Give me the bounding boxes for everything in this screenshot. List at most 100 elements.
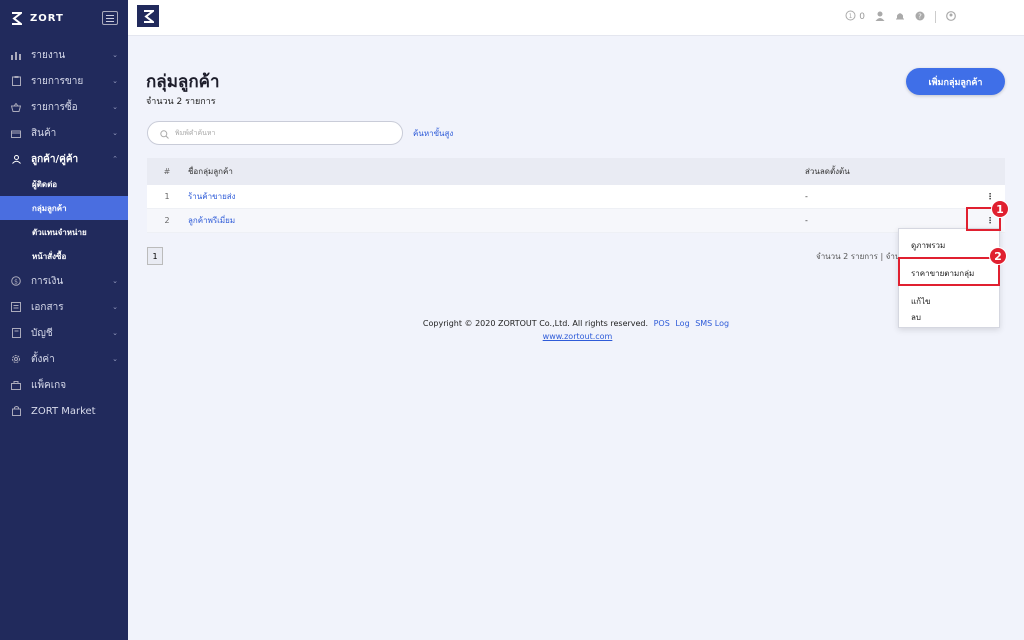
footer: Copyright © 2020 ZORTOUT Co.,Ltd. All ri…: [128, 317, 1024, 343]
row-name-link[interactable]: ลูกค้าพรีเมี่ยม: [188, 216, 235, 225]
sidebar-item-accounting[interactable]: บัญชี ⌄: [0, 320, 128, 346]
row-discount: -: [805, 216, 808, 225]
svg-text:1: 1: [849, 13, 853, 20]
divider: [935, 11, 936, 23]
gear-icon: [10, 353, 22, 365]
step-badge-1: 1: [991, 200, 1009, 218]
svg-text:?: ?: [918, 12, 922, 20]
page-subtitle: จำนวน 2 รายการ: [146, 97, 216, 107]
sidebar-item-settings[interactable]: ตั้งค่า ⌄: [0, 346, 128, 372]
dollar-icon: $: [10, 275, 22, 287]
menu-item-delete[interactable]: ลบ: [911, 311, 921, 324]
search-icon: [160, 124, 169, 143]
bag-icon: [10, 405, 22, 417]
sidebar-item-package[interactable]: แพ็คเกจ: [0, 372, 128, 398]
sidebar-nav: รายงาน ⌄ รายการขาย ⌄ รายการซื้อ ⌄ สินค้า…: [0, 42, 128, 424]
footer-link-pos[interactable]: POS: [654, 319, 670, 328]
sidebar-item-zort-market[interactable]: ZORT Market: [0, 398, 128, 424]
credit-count: 0: [859, 12, 865, 22]
copyright-text: Copyright © 2020 ZORTOUT Co.,Ltd. All ri…: [422, 319, 649, 328]
book-icon: [10, 327, 22, 339]
sidebar-item-label: รายการซื้อ: [31, 101, 78, 113]
search-box: [147, 121, 403, 145]
table-header: # ชื่อกลุ่มลูกค้า ส่วนลดตั้งต้น: [147, 158, 1005, 185]
header-name[interactable]: ชื่อกลุ่มลูกค้า: [187, 165, 805, 178]
user-icon[interactable]: [875, 11, 885, 24]
sidebar-item-label: ลูกค้า/คู่ค้า: [31, 153, 79, 165]
sidebar-item-finance[interactable]: $ การเงิน ⌄: [0, 268, 128, 294]
coin-icon: 1: [845, 10, 856, 24]
sidebar-item-label: สินค้า: [31, 127, 57, 139]
row-num: 1: [164, 192, 170, 201]
logo-text: ZORT: [30, 12, 64, 24]
sidebar-item-label: แพ็คเกจ: [31, 379, 67, 391]
menu-item-overview[interactable]: ดูภาพรวม: [911, 239, 945, 252]
bell-icon[interactable]: [895, 11, 905, 24]
chevron-down-icon: ⌄: [112, 103, 118, 111]
sidebar-header: ZORT: [0, 0, 128, 36]
highlight-box-group-pricing: [898, 257, 1000, 286]
sidebar-item-documents[interactable]: เอกสาร ⌄: [0, 294, 128, 320]
table-row: 2 ลูกค้าพรีเมี่ยม - ⋮: [147, 209, 1005, 233]
customer-group-table: # ชื่อกลุ่มลูกค้า ส่วนลดตั้งต้น 1 ร้านค้…: [147, 158, 1005, 233]
chevron-down-icon: ⌄: [112, 51, 118, 59]
page-title: กลุ่มลูกค้า: [146, 72, 220, 92]
chart-icon: [10, 49, 22, 61]
clipboard-icon: [10, 75, 22, 87]
credit-indicator[interactable]: 1 0: [845, 10, 865, 24]
main-content: กลุ่มลูกค้า จำนวน 2 รายการ เพิ่มกลุ่มลูก…: [128, 36, 1024, 640]
sidebar-subitem-contacts[interactable]: ผู้ติดต่อ: [0, 172, 128, 196]
box-icon: [10, 127, 22, 139]
package-icon: [10, 379, 22, 391]
header-discount[interactable]: ส่วนลดตั้งต้น: [805, 165, 975, 178]
row-name-link[interactable]: ร้านค้าขายส่ง: [188, 192, 236, 201]
add-customer-group-button[interactable]: เพิ่มกลุ่มลูกค้า: [906, 68, 1005, 95]
help-icon[interactable]: ?: [915, 11, 925, 24]
search-input[interactable]: [175, 129, 375, 137]
chevron-down-icon: ⌄: [112, 355, 118, 363]
sidebar-item-label: ZORT Market: [31, 405, 96, 417]
account-icon[interactable]: [946, 10, 956, 24]
website-link[interactable]: www.zortout.com: [543, 332, 613, 341]
basket-icon: [10, 101, 22, 113]
sidebar-subitem-dealers[interactable]: ตัวแทนจำหน่าย: [0, 220, 128, 244]
sidebar-subitem-order-page[interactable]: หน้าสั่งซื้อ: [0, 244, 128, 268]
sidebar-item-products[interactable]: สินค้า ⌄: [0, 120, 128, 146]
sidebar-item-label: การเงิน: [31, 275, 64, 287]
advanced-search-link[interactable]: ค้นหาขั้นสูง: [413, 127, 453, 140]
chevron-down-icon: ⌄: [112, 129, 118, 137]
sidebar-item-report[interactable]: รายงาน ⌄: [0, 42, 128, 68]
menu-toggle-icon[interactable]: [102, 11, 118, 25]
sidebar-item-sales[interactable]: รายการขาย ⌄: [0, 68, 128, 94]
footer-link-sms-log[interactable]: SMS Log: [695, 319, 729, 328]
top-icons: 1 0 ?: [845, 10, 956, 24]
sidebar-item-label: รายการขาย: [31, 75, 84, 87]
table-row: 1 ร้านค้าขายส่ง - ⋮: [147, 185, 1005, 209]
chevron-down-icon: ⌄: [112, 277, 118, 285]
chevron-up-icon: ⌃: [112, 155, 118, 163]
svg-text:$: $: [14, 279, 18, 286]
sidebar-item-purchases[interactable]: รายการซื้อ ⌄: [0, 94, 128, 120]
step-badge-2: 2: [989, 247, 1007, 265]
sidebar-item-label: เอกสาร: [31, 301, 64, 313]
sidebar-item-label: รายงาน: [31, 49, 66, 61]
header-num: #: [163, 167, 171, 176]
top-bar: 1 0 ?: [128, 0, 1024, 36]
zort-logo-icon: [10, 11, 22, 25]
sidebar: ZORT รายงาน ⌄ รายการขาย ⌄ รายการซื้อ ⌄ ส…: [0, 0, 128, 640]
pagination-page[interactable]: 1: [147, 247, 163, 265]
sidebar-item-label: ตั้งค่า: [31, 353, 55, 365]
sidebar-item-customers[interactable]: ลูกค้า/คู่ค้า ⌃: [0, 146, 128, 172]
sidebar-subitem-customer-groups[interactable]: กลุ่มลูกค้า: [0, 196, 128, 220]
menu-item-edit[interactable]: แก้ไข: [911, 295, 931, 308]
chevron-down-icon: ⌄: [112, 329, 118, 337]
row-discount: -: [805, 192, 808, 201]
chevron-down-icon: ⌄: [112, 303, 118, 311]
brand-logo-icon[interactable]: [137, 5, 159, 27]
users-icon: [10, 153, 22, 165]
document-icon: [10, 301, 22, 313]
row-num: 2: [164, 216, 170, 225]
pagination-total: จำนวน 2 รายการ | จำน: [816, 252, 901, 261]
footer-link-log[interactable]: Log: [675, 319, 689, 328]
sidebar-item-label: บัญชี: [31, 327, 53, 339]
